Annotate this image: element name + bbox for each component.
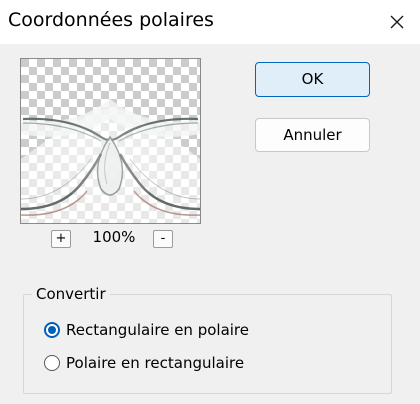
convert-group: Convertir Rectangulaire en polaire Polai… <box>23 284 392 394</box>
preview-image <box>21 59 200 223</box>
radio-polar-to-rect-label: Polaire en rectangulaire <box>66 354 245 372</box>
zoom-level: 100% <box>92 228 136 246</box>
convert-group-legend: Convertir <box>32 284 110 304</box>
zoom-out-button[interactable]: - <box>153 230 173 248</box>
title-bar: Coordonnées polaires <box>0 0 420 44</box>
cancel-button[interactable]: Annuler <box>255 118 370 152</box>
radio-selected-icon[interactable] <box>44 322 60 338</box>
radio-unselected-icon[interactable] <box>44 355 60 371</box>
preview-canvas[interactable] <box>20 58 201 224</box>
close-icon <box>390 15 404 29</box>
window-title: Coordonnées polaires <box>8 9 214 31</box>
radio-rect-to-polar-label: Rectangulaire en polaire <box>66 321 249 339</box>
close-button[interactable] <box>374 0 420 44</box>
radio-rect-to-polar[interactable]: Rectangulaire en polaire <box>44 319 249 341</box>
ok-button[interactable]: OK <box>255 62 370 97</box>
zoom-in-button[interactable]: + <box>51 230 71 248</box>
radio-polar-to-rect[interactable]: Polaire en rectangulaire <box>44 352 244 374</box>
